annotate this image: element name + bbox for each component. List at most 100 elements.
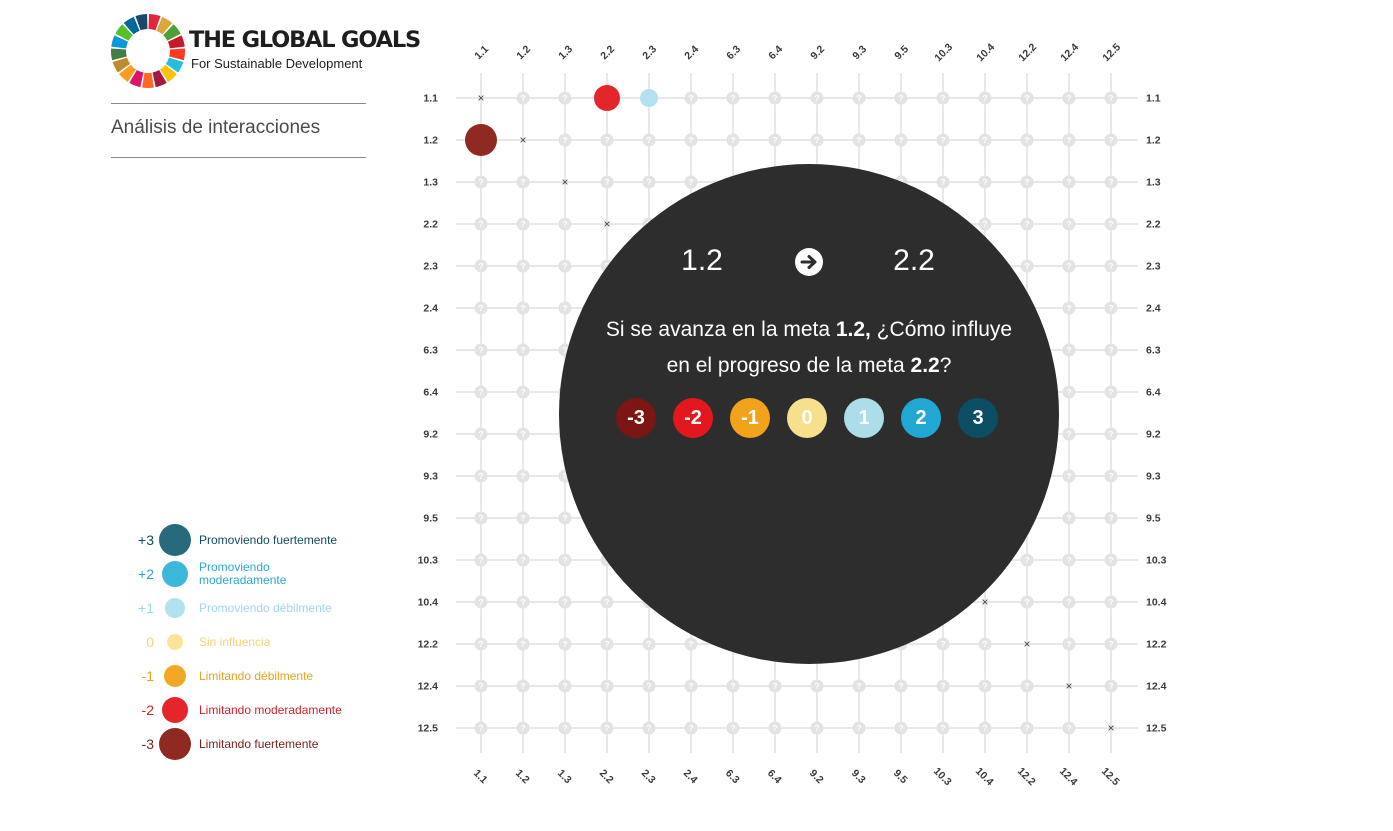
unrated-cell[interactable]: ?: [1062, 553, 1076, 567]
unrated-cell[interactable]: ?: [516, 721, 530, 735]
unrated-cell[interactable]: ?: [684, 679, 698, 693]
unrated-cell[interactable]: ?: [1062, 721, 1076, 735]
unrated-cell[interactable]: ?: [474, 175, 488, 189]
unrated-cell[interactable]: ?: [1020, 175, 1034, 189]
unrated-cell[interactable]: ?: [936, 679, 950, 693]
unrated-cell[interactable]: ?: [600, 595, 614, 609]
unrated-cell[interactable]: ?: [474, 259, 488, 273]
unrated-cell[interactable]: ?: [978, 217, 992, 231]
unrated-cell[interactable]: ?: [558, 217, 572, 231]
unrated-cell[interactable]: ?: [894, 133, 908, 147]
unrated-cell[interactable]: ?: [558, 595, 572, 609]
unrated-cell[interactable]: ?: [852, 679, 866, 693]
unrated-cell[interactable]: ?: [1104, 259, 1118, 273]
unrated-cell[interactable]: ?: [810, 133, 824, 147]
unrated-cell[interactable]: ?: [936, 133, 950, 147]
unrated-cell[interactable]: ?: [1020, 91, 1034, 105]
score-button[interactable]: -1: [730, 398, 770, 438]
score-button[interactable]: -3: [616, 398, 656, 438]
unrated-cell[interactable]: ?: [474, 217, 488, 231]
unrated-cell[interactable]: ?: [516, 175, 530, 189]
unrated-cell[interactable]: ?: [1020, 679, 1034, 693]
unrated-cell[interactable]: ?: [474, 343, 488, 357]
unrated-cell[interactable]: ?: [936, 637, 950, 651]
unrated-cell[interactable]: ?: [726, 91, 740, 105]
unrated-cell[interactable]: ?: [474, 679, 488, 693]
unrated-cell[interactable]: ?: [978, 133, 992, 147]
unrated-cell[interactable]: ?: [1104, 385, 1118, 399]
unrated-cell[interactable]: ?: [768, 133, 782, 147]
unrated-cell[interactable]: ?: [600, 679, 614, 693]
unrated-cell[interactable]: ?: [1104, 133, 1118, 147]
unrated-cell[interactable]: ?: [516, 259, 530, 273]
unrated-cell[interactable]: ?: [516, 553, 530, 567]
unrated-cell[interactable]: ?: [1104, 469, 1118, 483]
unrated-cell[interactable]: ?: [558, 637, 572, 651]
unrated-cell[interactable]: ?: [684, 637, 698, 651]
unrated-cell[interactable]: ?: [810, 91, 824, 105]
unrated-cell[interactable]: ?: [978, 637, 992, 651]
unrated-cell[interactable]: ?: [1104, 217, 1118, 231]
unrated-cell[interactable]: ?: [1104, 679, 1118, 693]
unrated-cell[interactable]: ?: [1104, 175, 1118, 189]
unrated-cell[interactable]: ?: [1062, 217, 1076, 231]
unrated-cell[interactable]: ?: [474, 637, 488, 651]
unrated-cell[interactable]: ?: [558, 553, 572, 567]
unrated-cell[interactable]: ?: [684, 91, 698, 105]
unrated-cell[interactable]: ?: [642, 175, 656, 189]
unrated-cell[interactable]: ?: [600, 175, 614, 189]
unrated-cell[interactable]: ?: [1062, 91, 1076, 105]
rated-cell[interactable]: [640, 89, 658, 107]
unrated-cell[interactable]: ?: [558, 511, 572, 525]
unrated-cell[interactable]: ?: [936, 175, 950, 189]
unrated-cell[interactable]: ?: [600, 133, 614, 147]
unrated-cell[interactable]: ?: [516, 91, 530, 105]
unrated-cell[interactable]: ?: [558, 301, 572, 315]
unrated-cell[interactable]: ?: [978, 91, 992, 105]
unrated-cell[interactable]: ?: [474, 721, 488, 735]
unrated-cell[interactable]: ?: [1104, 637, 1118, 651]
unrated-cell[interactable]: ?: [474, 511, 488, 525]
score-button[interactable]: 0: [787, 398, 827, 438]
unrated-cell[interactable]: ?: [1062, 301, 1076, 315]
unrated-cell[interactable]: ?: [558, 679, 572, 693]
unrated-cell[interactable]: ?: [474, 427, 488, 441]
unrated-cell[interactable]: ?: [516, 637, 530, 651]
unrated-cell[interactable]: ?: [894, 91, 908, 105]
unrated-cell[interactable]: ?: [1104, 511, 1118, 525]
unrated-cell[interactable]: ?: [684, 721, 698, 735]
unrated-cell[interactable]: ?: [558, 259, 572, 273]
unrated-cell[interactable]: ?: [642, 679, 656, 693]
unrated-cell[interactable]: ?: [810, 721, 824, 735]
unrated-cell[interactable]: ?: [726, 133, 740, 147]
unrated-cell[interactable]: ?: [474, 301, 488, 315]
unrated-cell[interactable]: ?: [1062, 427, 1076, 441]
unrated-cell[interactable]: ?: [516, 217, 530, 231]
unrated-cell[interactable]: ?: [642, 637, 656, 651]
unrated-cell[interactable]: ?: [978, 679, 992, 693]
unrated-cell[interactable]: ?: [768, 679, 782, 693]
unrated-cell[interactable]: ?: [936, 721, 950, 735]
unrated-cell[interactable]: ?: [474, 595, 488, 609]
unrated-cell[interactable]: ?: [516, 511, 530, 525]
unrated-cell[interactable]: ?: [516, 385, 530, 399]
unrated-cell[interactable]: ?: [894, 679, 908, 693]
unrated-cell[interactable]: ?: [1020, 133, 1034, 147]
unrated-cell[interactable]: ?: [1062, 343, 1076, 357]
unrated-cell[interactable]: ?: [1020, 217, 1034, 231]
unrated-cell[interactable]: ?: [516, 595, 530, 609]
unrated-cell[interactable]: ?: [516, 679, 530, 693]
unrated-cell[interactable]: ?: [1020, 595, 1034, 609]
unrated-cell[interactable]: ?: [642, 721, 656, 735]
unrated-cell[interactable]: ?: [474, 553, 488, 567]
unrated-cell[interactable]: ?: [1104, 553, 1118, 567]
unrated-cell[interactable]: ?: [1020, 721, 1034, 735]
unrated-cell[interactable]: ?: [516, 343, 530, 357]
unrated-cell[interactable]: ?: [1020, 553, 1034, 567]
unrated-cell[interactable]: ?: [978, 175, 992, 189]
unrated-cell[interactable]: ?: [936, 91, 950, 105]
unrated-cell[interactable]: ?: [726, 721, 740, 735]
unrated-cell[interactable]: ?: [1020, 259, 1034, 273]
score-button[interactable]: 2: [901, 398, 941, 438]
unrated-cell[interactable]: ?: [600, 637, 614, 651]
